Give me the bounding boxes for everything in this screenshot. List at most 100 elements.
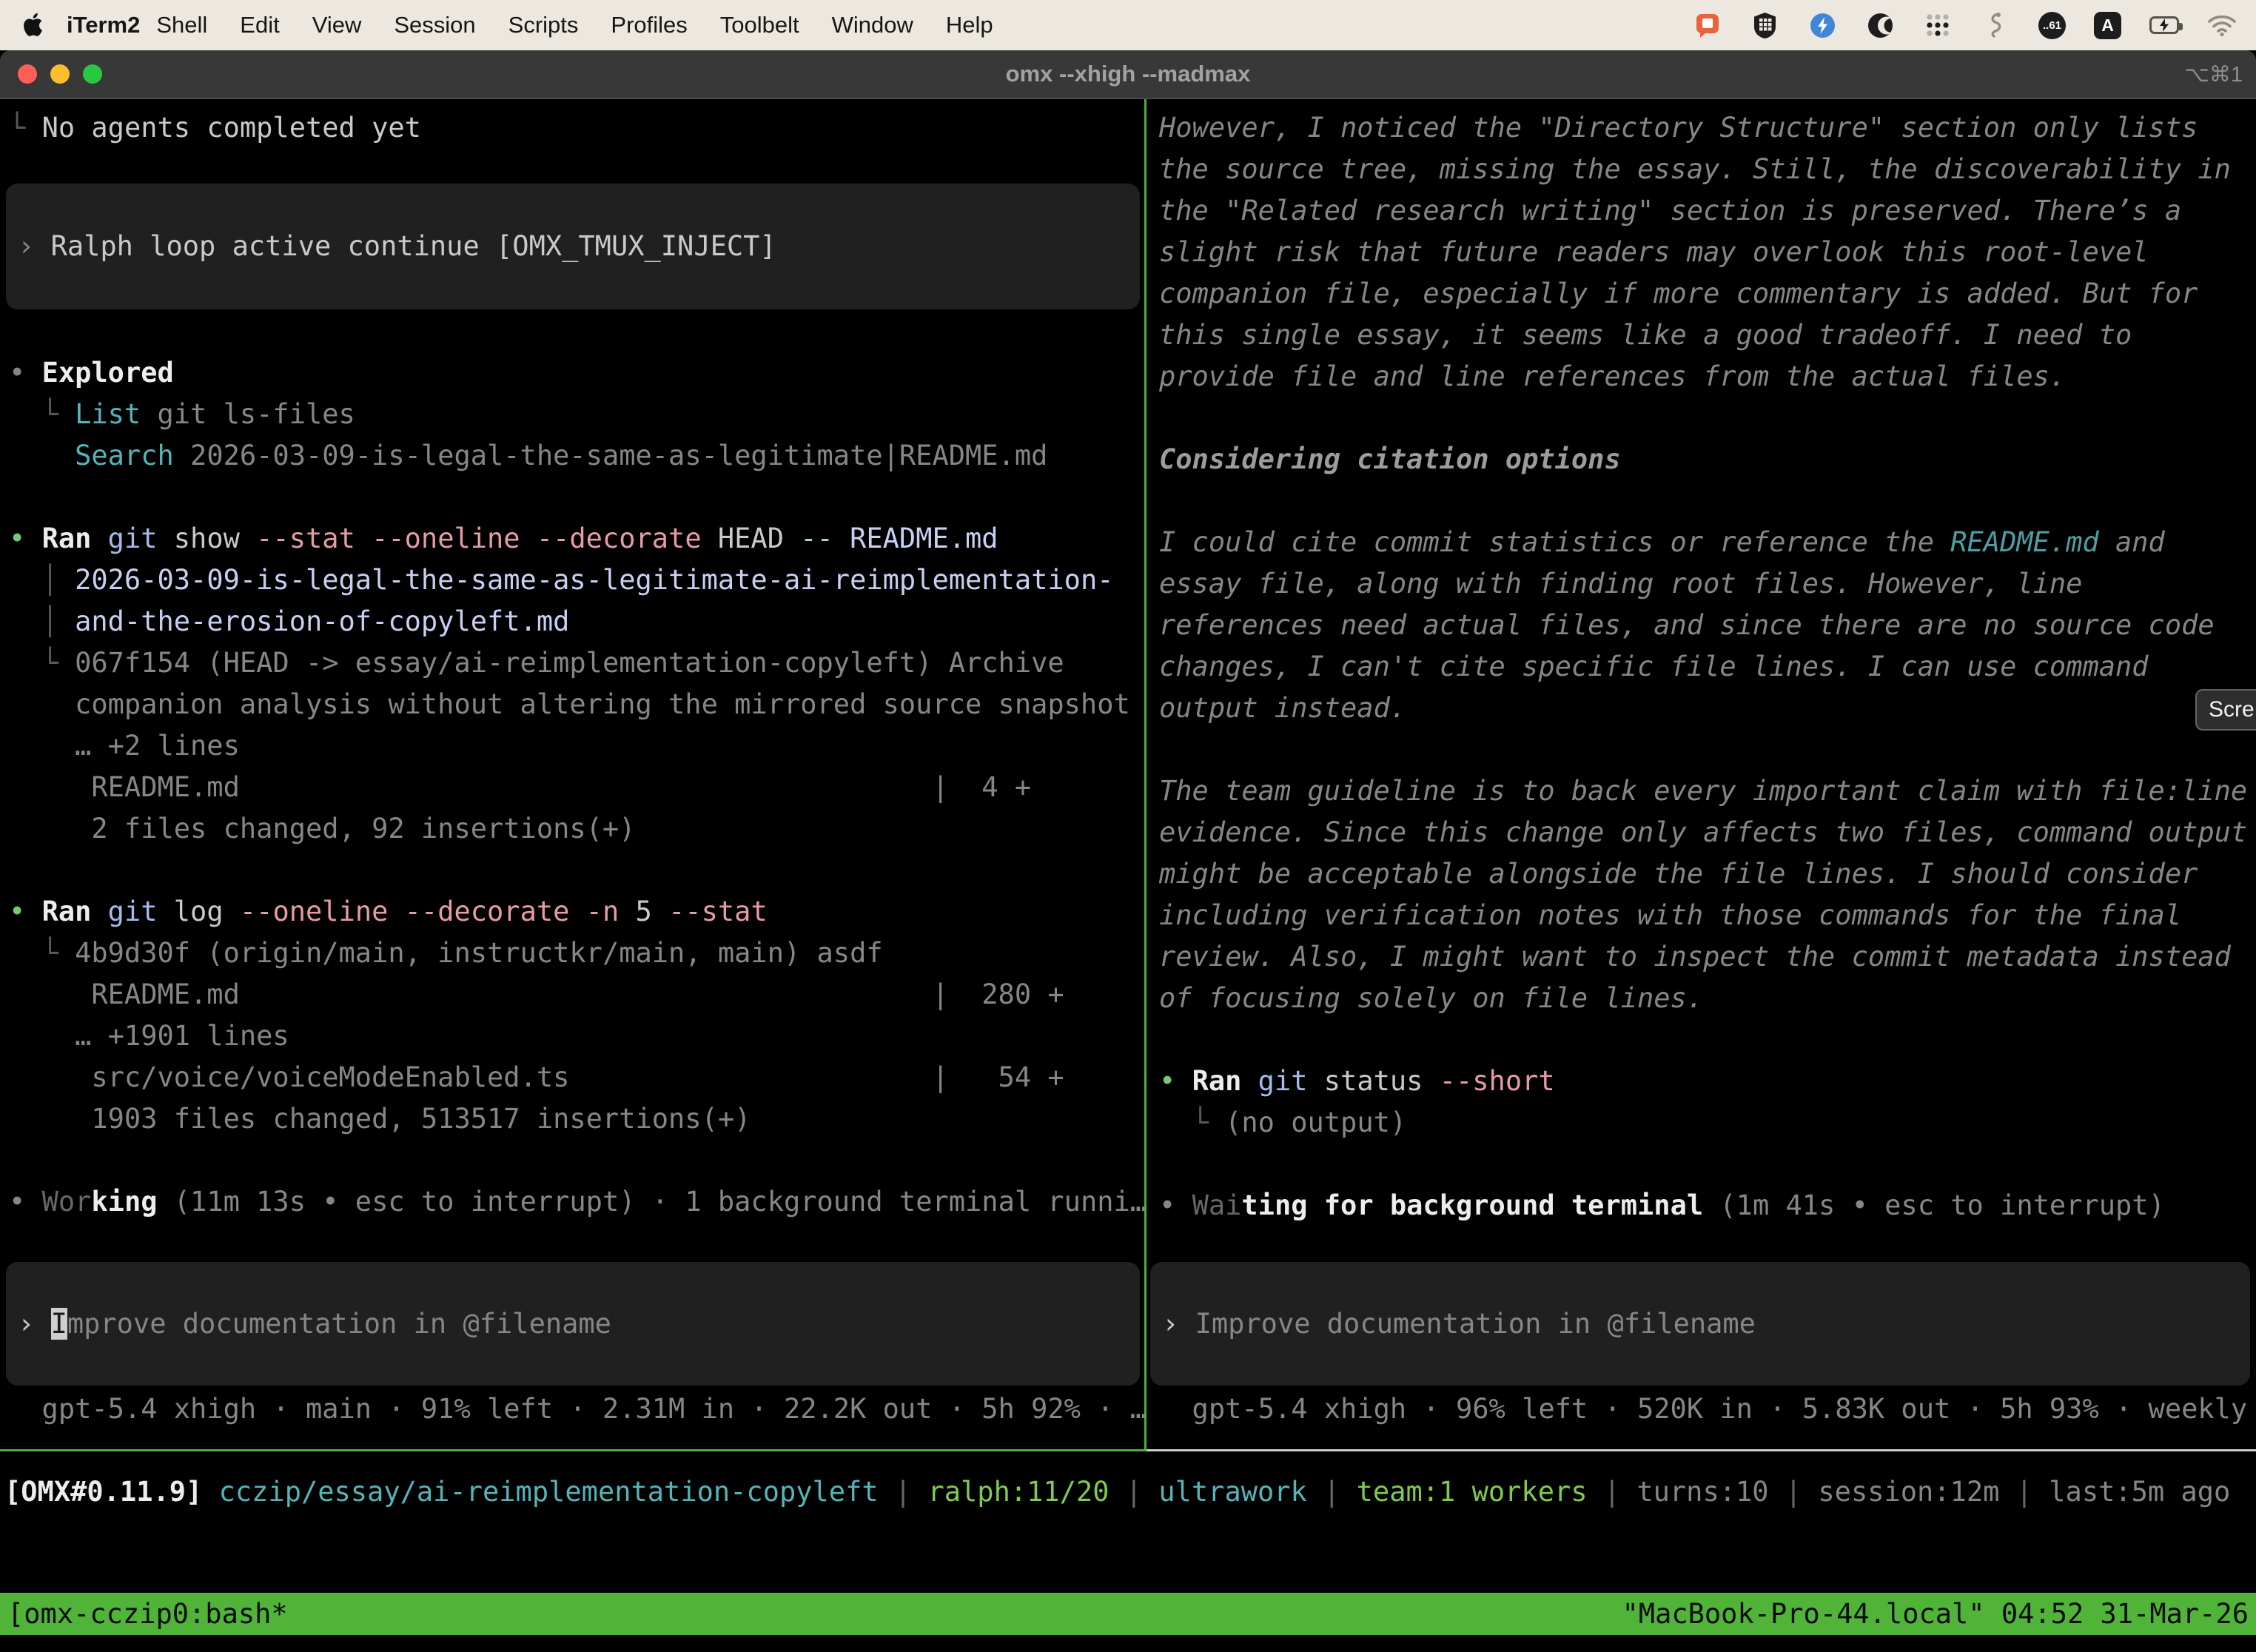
right-prompt-text: › Improve documentation in @filename: [1162, 1303, 1756, 1345]
menu-bar-status-area: ..61 A: [1692, 10, 2237, 40]
terminal-line: README.md | 280 +: [9, 974, 1144, 1015]
terminal-line: └ List git ls-files: [9, 394, 1144, 435]
terminal-line: the source tree, missing the essay. Stil…: [1159, 149, 2255, 190]
terminal-line: [1159, 1144, 2255, 1185]
terminal-line: [9, 477, 1144, 518]
terminal-line: Search 2026-03-09-is-legal-the-same-as-l…: [9, 435, 1144, 477]
terminal-line: • Ran git show --stat --oneline --decora…: [9, 518, 1144, 560]
omx-status-line: [OMX#0.11.9] cczip/essay/ai-reimplementa…: [4, 1471, 2255, 1513]
menu-item-session[interactable]: Session: [394, 12, 475, 38]
terminal-line: However, I noticed the "Directory Struct…: [1159, 107, 2255, 149]
terminal-line: └ (no output): [1159, 1102, 2255, 1144]
terminal-line: • Waiting for background terminal (1m 41…: [1159, 1185, 2255, 1226]
macos-menu-bar: iTerm2 Shell Edit View Session Scripts Profil…: [0, 0, 2256, 50]
left-pane-transcript: • Explored └ List git ls-files Search 20…: [9, 352, 1144, 1223]
menu-item-scripts[interactable]: Scripts: [508, 12, 579, 38]
terminal-line: [1159, 480, 2255, 522]
terminal-line: including verification notes with those …: [1159, 895, 2255, 936]
right-session-status: gpt-5.4 xhigh · 96% left · 520K in · 5.8…: [1159, 1389, 2256, 1430]
terminal-line: evidence. Since this change only affects…: [1159, 812, 2255, 853]
terminal-line: • Ran git status --short: [1159, 1061, 2255, 1102]
right-prompt-input[interactable]: › Improve documentation in @filename: [1150, 1262, 2250, 1386]
terminal-line: [1159, 729, 2255, 770]
terminal-line: review. Also, I might want to inspect th…: [1159, 936, 2255, 978]
close-button[interactable]: [18, 64, 37, 84]
terminal-line: the "Related research writing" section i…: [1159, 190, 2255, 232]
terminal-line: 1903 files changed, 513517 insertions(+): [9, 1098, 1144, 1140]
assistant-app-icon[interactable]: A: [2094, 12, 2121, 39]
traffic-lights: [18, 50, 102, 98]
terminal-line: of focusing solely on file lines.: [1159, 978, 2255, 1019]
terminal-line: README.md | 4 +: [9, 767, 1144, 808]
screen-overlay-button[interactable]: Scre: [2195, 689, 2256, 731]
window-shortcut: ⌥⌘1: [2184, 61, 2243, 87]
shield-grid-icon[interactable]: [1750, 10, 1779, 40]
wifi-icon[interactable]: [2207, 10, 2237, 40]
terminal-line: │ 2026-03-09-is-legal-the-same-as-legiti…: [9, 560, 1144, 601]
zoom-button[interactable]: [83, 64, 102, 84]
terminal-line: 2 files changed, 92 insertions(+): [9, 808, 1144, 850]
terminal-line: Considering citation options: [1159, 439, 2255, 480]
tmux-session-label: [omx-cczip0:bash*: [7, 1594, 288, 1635]
left-session-status: gpt-5.4 xhigh · main · 91% left · 2.31M …: [9, 1389, 1147, 1430]
ralph-loop-message-box: › Ralph loop active continue [OMX_TMUX_I…: [6, 184, 1140, 309]
menu-item-window[interactable]: Window: [832, 12, 913, 38]
terminal-line: … +2 lines: [9, 725, 1144, 767]
menu-item-help[interactable]: Help: [946, 12, 993, 38]
terminal-line: essay file, along with finding root file…: [1159, 563, 2255, 605]
window-title-bar: omx --xhigh --madmax ⌥⌘1: [0, 50, 2256, 99]
terminal-line: changes, I can't cite specific file line…: [1159, 646, 2255, 688]
terminal-line: companion analysis without altering the …: [9, 684, 1144, 725]
battery-charging-icon[interactable]: [2149, 10, 2179, 40]
terminal-line: [9, 1140, 1144, 1181]
dots-grid-icon[interactable]: [1923, 10, 1953, 40]
ralph-loop-message: › Ralph loop active continue [OMX_TMUX_I…: [18, 226, 776, 267]
terminal-line: src/voice/voiceModeEnabled.ts | 54 +: [9, 1057, 1144, 1098]
terminal-line: this single essay, it seems like a good …: [1159, 315, 2255, 356]
menu-item-toolbelt[interactable]: Toolbelt: [720, 12, 799, 38]
left-pane-agents-note: └ No agents completed yet: [9, 107, 421, 149]
omx-status-text: [OMX#0.11.9] cczip/essay/ai-reimplementa…: [4, 1471, 2255, 1513]
chat-notification-icon[interactable]: [1692, 10, 1722, 40]
left-prompt-input[interactable]: › Improve documentation in @filename: [6, 1262, 1140, 1386]
menu-item-edit[interactable]: Edit: [240, 12, 279, 38]
blue-bolt-icon[interactable]: [1807, 10, 1837, 40]
terminal-line: provide file and line references from th…: [1159, 356, 2255, 397]
right-pane-transcript: However, I noticed the "Directory Struct…: [1159, 107, 2255, 1226]
menu-item-view[interactable]: View: [312, 12, 362, 38]
terminal-line: gpt-5.4 xhigh · main · 91% left · 2.31M …: [9, 1389, 1147, 1430]
menu-item-profiles[interactable]: Profiles: [611, 12, 687, 38]
left-pane-border: [0, 1449, 1147, 1451]
terminal-line: output instead.: [1159, 688, 2255, 729]
terminal-line: └ 4b9d30f (origin/main, instructkr/main,…: [9, 933, 1144, 974]
terminal-line: slight risk that future readers may over…: [1159, 232, 2255, 273]
badge-61-icon[interactable]: ..61: [2038, 12, 2066, 39]
terminal-line: [1159, 1019, 2255, 1061]
active-app-name[interactable]: iTerm2: [67, 12, 140, 38]
pane-divider[interactable]: [1144, 99, 1147, 1451]
apple-logo-icon[interactable]: [19, 10, 49, 40]
terminal-line: [1159, 397, 2255, 439]
terminal-line: └ 067f154 (HEAD -> essay/ai-reimplementa…: [9, 642, 1144, 684]
terminal-line: └ No agents completed yet: [9, 107, 421, 149]
terminal-line: I could cite commit statistics or refere…: [1159, 522, 2255, 563]
tmux-host-clock: "MacBook-Pro-44.local" 04:52 31-Mar-26: [1622, 1594, 2249, 1635]
terminal-line: references need actual files, and since …: [1159, 605, 2255, 646]
terminal-content: └ No agents completed yet › Ralph loop a…: [0, 99, 2256, 1652]
minimize-button[interactable]: [50, 64, 70, 84]
terminal-line: │ and-the-erosion-of-copyleft.md: [9, 601, 1144, 642]
tmux-status-bar: [omx-cczip0:bash* "MacBook-Pro-44.local"…: [0, 1593, 2256, 1635]
terminal-line: • Ran git log --oneline --decorate -n 5 …: [9, 891, 1144, 933]
terminal-line: [9, 850, 1144, 891]
terminal-line: • Explored: [9, 352, 1144, 394]
left-prompt-text: › Improve documentation in @filename: [18, 1303, 611, 1345]
seahorse-icon[interactable]: [1981, 10, 2010, 40]
terminal-line: • Working (11m 13s • esc to interrupt) ·…: [9, 1181, 1144, 1223]
window-title: omx --xhigh --madmax: [1006, 61, 1251, 87]
menu-item-shell[interactable]: Shell: [156, 12, 207, 38]
terminal-line: gpt-5.4 xhigh · 96% left · 520K in · 5.8…: [1159, 1389, 2256, 1430]
terminal-line: might be acceptable alongside the file l…: [1159, 853, 2255, 895]
terminal-line: The team guideline is to back every impo…: [1159, 770, 2255, 812]
crescent-icon[interactable]: [1865, 10, 1895, 40]
menu-bar-items: Shell Edit View Session Scripts Profiles Toolb…: [156, 12, 993, 38]
